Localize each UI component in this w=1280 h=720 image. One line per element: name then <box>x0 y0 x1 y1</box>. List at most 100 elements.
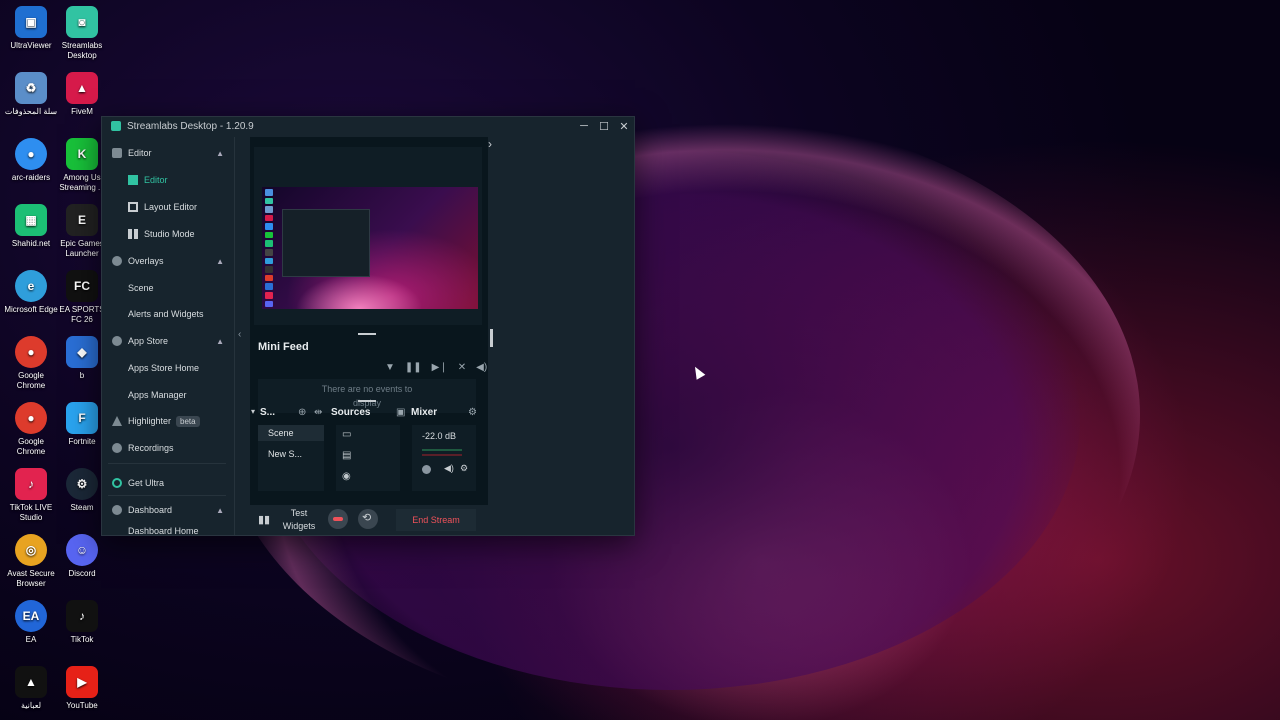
replay-icon: ⟲ <box>362 512 372 524</box>
gear-icon[interactable]: ⚙ <box>460 463 468 474</box>
sidebar-collapse-strip[interactable]: ‹ <box>234 137 248 535</box>
sidebar-item-alerts-widgets[interactable]: Alerts and Widgets <box>102 304 232 324</box>
chevron-down-icon[interactable]: ▾ <box>251 407 255 416</box>
chevron-right-icon[interactable]: › <box>488 137 492 151</box>
volume-icon[interactable]: ◀) <box>444 463 454 474</box>
desktop-icon-chrome-1[interactable]: ● Google Chrome <box>3 336 59 391</box>
replay-buffer-button[interactable]: ⟲ <box>358 509 378 529</box>
record-button[interactable] <box>328 509 348 529</box>
test-widgets-button[interactable]: Test Widgets <box>280 507 318 533</box>
tiktok-icon: ♪ <box>66 600 98 632</box>
layout-icon <box>128 202 138 212</box>
desktop-icon-chrome-2[interactable]: ● Google Chrome <box>3 402 59 457</box>
sidebar-item-apps-manager[interactable]: Apps Manager <box>102 385 232 405</box>
overlays-icon <box>112 256 122 266</box>
minimize-button[interactable]: ─ <box>574 120 594 133</box>
volume-icon[interactable]: ◀) <box>476 362 487 373</box>
mixer-db-readout: -22.0 dB <box>422 431 457 441</box>
sidebar-item-get-ultra[interactable]: Get Ultra <box>102 473 232 493</box>
add-folder-icon[interactable]: ▣ <box>396 407 405 418</box>
chevron-up-icon: ▲ <box>216 336 224 346</box>
sidebar-item-apps-store-home[interactable]: Apps Store Home <box>102 358 232 378</box>
volume-slider-knob[interactable] <box>422 465 431 474</box>
bottom-bar: ▮▮ Test Widgets ⟲ End Stream <box>250 505 488 535</box>
shahid-icon: ▦ <box>15 204 47 236</box>
sidebar-section-dashboard[interactable]: Dashboard ▲ <box>102 500 232 520</box>
mini-feed-controls: ▼ ❚❚ ▶❘ ✕ ◀) <box>385 362 487 373</box>
add-scene-icon[interactable]: ⊕ <box>298 407 306 418</box>
desktop-icon-edge[interactable]: e Microsoft Edge <box>3 270 59 315</box>
sidebar-item-studio-mode[interactable]: Studio Mode <box>102 224 232 244</box>
ultraviewer-icon: ▣ <box>15 6 47 38</box>
desktop-icon-app[interactable]: ▲ لعبانية <box>3 666 59 711</box>
scene-item[interactable]: New S... <box>258 446 324 462</box>
desktop-icon-fivem[interactable]: ▲ FiveM <box>54 72 110 117</box>
end-stream-button[interactable]: End Stream <box>396 509 476 531</box>
skip-icon[interactable]: ▶❘ <box>432 362 448 373</box>
sidebar-item-dashboard-home[interactable]: Dashboard Home <box>102 526 232 535</box>
filter-icon[interactable]: ▼ <box>385 362 395 373</box>
sidebar-section-app-store[interactable]: App Store ▲ <box>102 331 232 351</box>
title-bar[interactable]: Streamlabs Desktop - 1.20.9 ─ ☐ ✕ <box>102 117 634 135</box>
sources-title: Sources <box>331 407 371 418</box>
fivem-icon: ▲ <box>66 72 98 104</box>
mixer-settings-icon[interactable]: ⚙ <box>468 407 477 418</box>
among-us-icon: K <box>66 138 98 170</box>
close-button[interactable]: ✕ <box>614 120 634 133</box>
highlighter-icon <box>112 416 122 426</box>
desktop-icon-discord[interactable]: ☺ Discord <box>54 534 110 579</box>
editor-icon <box>112 148 122 158</box>
preview-desktop-icons <box>265 189 279 308</box>
mixer-title: Mixer <box>411 407 438 418</box>
beta-badge: beta <box>176 415 200 427</box>
mute-alerts-icon[interactable]: ✕ <box>458 362 466 373</box>
sidebar-item-layout-editor[interactable]: Layout Editor <box>102 197 232 217</box>
preview-nested-window <box>282 209 370 277</box>
desktop-icon-ultraviewer[interactable]: ▣ UltraViewer <box>3 6 59 51</box>
desktop-icon-shahid[interactable]: ▦ Shahid.net <box>3 204 59 249</box>
app-icon: ▲ <box>15 666 47 698</box>
desktop-icon-ea[interactable]: EA EA <box>3 600 59 645</box>
fortnite-icon: F <box>66 402 98 434</box>
window-capture-icon[interactable]: ▤ <box>342 450 351 461</box>
desktop-icon-tiktok-live[interactable]: ♪ TikTok LIVE Studio <box>3 468 59 523</box>
desktop-icon-youtube[interactable]: ▶ YouTube <box>54 666 110 711</box>
resize-handle[interactable] <box>358 400 376 402</box>
panel-resize-handle[interactable] <box>490 329 493 347</box>
stream-preview <box>262 187 478 309</box>
sidebar-item-recordings[interactable]: Recordings <box>102 438 232 458</box>
pause-icon[interactable]: ❚❚ <box>405 362 422 373</box>
chevron-up-icon: ▲ <box>216 148 224 158</box>
scene-item[interactable]: Scene <box>258 425 324 441</box>
desktop-icon-arc-raiders[interactable]: ● arc-raiders <box>3 138 59 183</box>
scenes-list: Scene New S... <box>258 425 324 491</box>
youtube-icon: ▶ <box>66 666 98 698</box>
sidebar-item-editor[interactable]: Editor <box>102 170 232 190</box>
studio-mode-icon <box>128 229 138 239</box>
stats-icon[interactable]: ▮▮ <box>258 513 270 526</box>
webcam-icon[interactable]: ◉ <box>342 471 351 482</box>
chevron-left-icon[interactable]: ‹ <box>238 329 241 340</box>
sidebar-section-overlays[interactable]: Overlays ▲ <box>102 251 232 271</box>
sidebar-divider <box>108 463 226 464</box>
chevron-up-icon: ▲ <box>216 256 224 266</box>
editor-main: Mini Feed ▼ ❚❚ ▶❘ ✕ ◀) There are no even… <box>250 137 488 535</box>
ea-fc-icon: FC <box>66 270 98 302</box>
ultra-icon <box>112 478 122 488</box>
scene-transition-icon[interactable]: ⇹ <box>314 407 322 418</box>
recordings-icon <box>112 443 122 453</box>
maximize-button[interactable]: ☐ <box>594 120 614 133</box>
sidebar-item-scene[interactable]: Scene <box>102 278 232 298</box>
sidebar-item-highlighter[interactable]: Highlighter beta <box>102 411 232 431</box>
resize-handle[interactable] <box>358 333 376 335</box>
sidebar-section-editor[interactable]: Editor ▲ <box>102 143 232 163</box>
avast-icon: ◎ <box>15 534 47 566</box>
monitor-icon[interactable]: ▭ <box>342 429 351 440</box>
desktop-icon-avast[interactable]: ◎ Avast Secure Browser <box>3 534 59 589</box>
chrome-icon: ● <box>15 402 47 434</box>
desktop-icon-streamlabs[interactable]: ◙ Streamlabs Desktop <box>54 6 110 61</box>
record-icon <box>333 517 343 521</box>
stream-preview-area[interactable] <box>254 147 482 325</box>
desktop-icon-recycle-bin[interactable]: ♻ سلة المحذوفات <box>3 72 59 117</box>
desktop-icon-tiktok[interactable]: ♪ TikTok <box>54 600 110 645</box>
